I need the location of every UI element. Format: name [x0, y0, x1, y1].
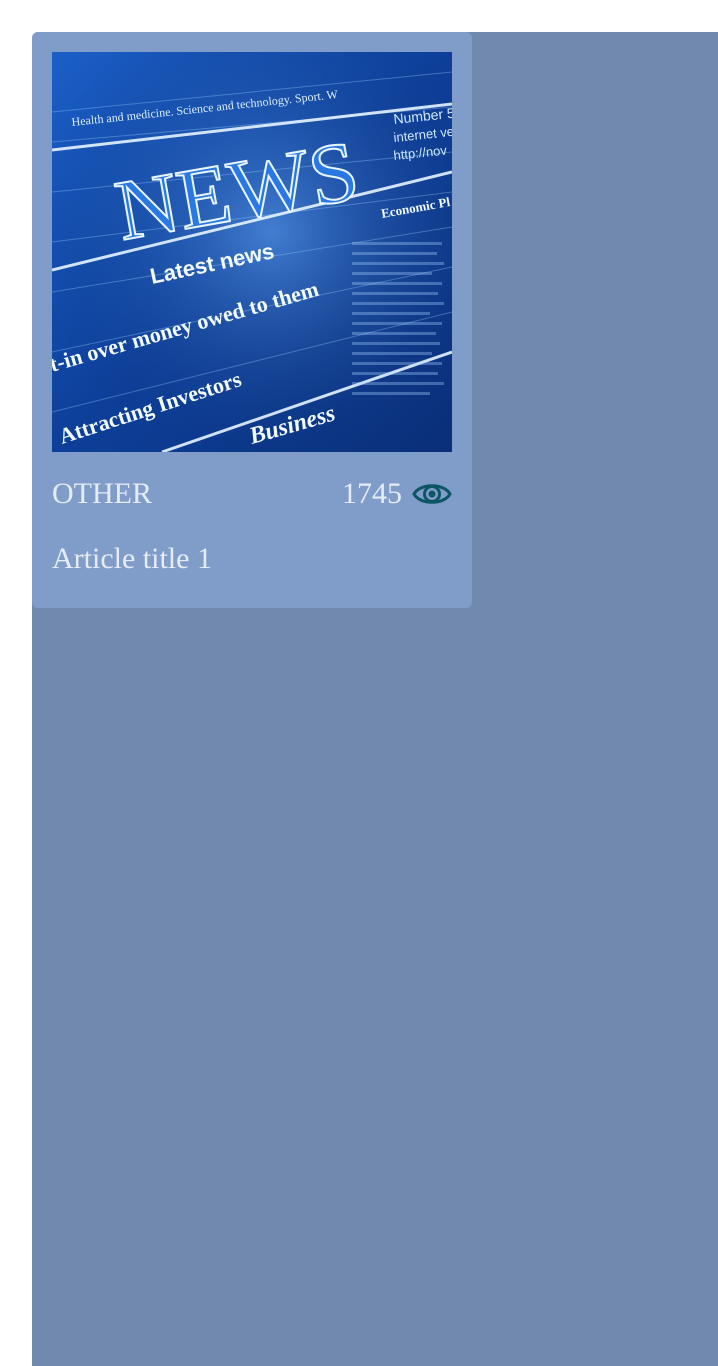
- news-illustration: Health and medicine. Science and technol…: [52, 52, 452, 452]
- main-panel: Health and medicine. Science and technol…: [32, 32, 718, 1366]
- views-count: 1745: [342, 477, 402, 510]
- category-label[interactable]: OTHER: [52, 477, 152, 511]
- eye-icon: [412, 478, 452, 510]
- article-thumbnail[interactable]: Health and medicine. Science and technol…: [52, 52, 452, 452]
- article-meta: OTHER 1745: [52, 476, 452, 512]
- article-title[interactable]: Article title 1: [52, 542, 212, 576]
- views-counter: 1745: [342, 477, 452, 511]
- article-card[interactable]: Health and medicine. Science and technol…: [32, 32, 472, 608]
